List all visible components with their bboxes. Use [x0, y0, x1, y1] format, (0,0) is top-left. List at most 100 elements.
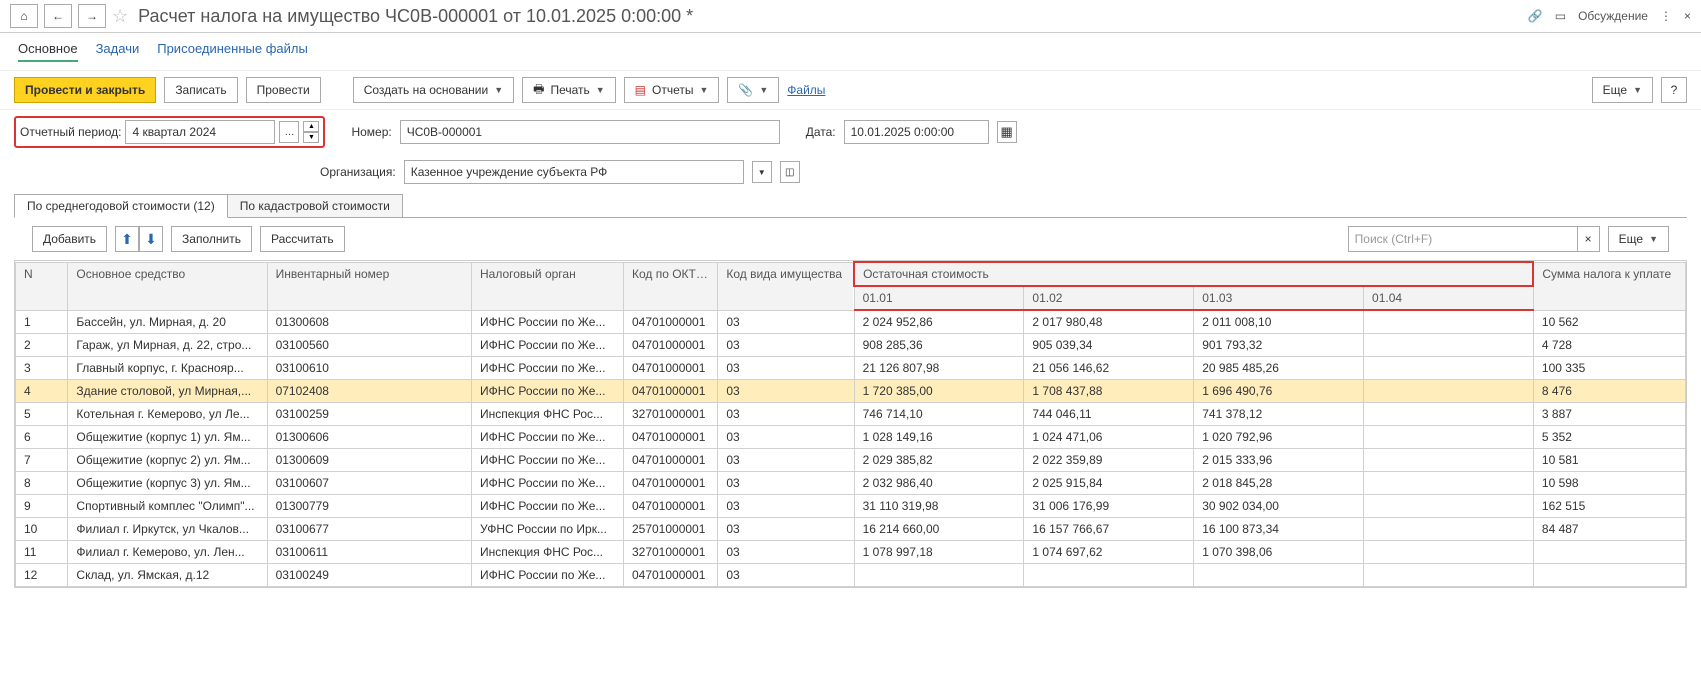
table-row[interactable]: 9Спортивный комплес "Олимп"...01300779ИФ… — [16, 495, 1686, 518]
col-kind[interactable]: Код вида имущества — [718, 262, 854, 310]
table-cell[interactable]: 03100249 — [267, 564, 471, 587]
table-cell[interactable]: 8 — [16, 472, 68, 495]
calculate-button[interactable]: Рассчитать — [260, 226, 345, 252]
table-cell[interactable]: 01300608 — [267, 310, 471, 334]
table-cell[interactable] — [1364, 380, 1534, 403]
table-cell[interactable]: 03 — [718, 449, 854, 472]
table-cell[interactable]: 07102408 — [267, 380, 471, 403]
table-cell[interactable]: 25701000001 — [623, 518, 717, 541]
table-cell[interactable]: 03100560 — [267, 334, 471, 357]
table-cell[interactable]: 162 515 — [1533, 495, 1685, 518]
table-cell[interactable]: 03100259 — [267, 403, 471, 426]
col-asset[interactable]: Основное средство — [68, 262, 267, 310]
table-cell[interactable]: ИФНС России по Же... — [471, 357, 623, 380]
table-cell[interactable]: Филиал г. Кемерово, ул. Лен... — [68, 541, 267, 564]
reports-button[interactable]: ▤Отчеты▼ — [624, 77, 720, 103]
stepper-down[interactable]: ▼ — [303, 132, 319, 143]
table-cell[interactable]: 32701000001 — [623, 403, 717, 426]
table-cell[interactable]: 21 126 807,98 — [854, 357, 1024, 380]
date-input[interactable]: 10.01.2025 0:00:00 — [844, 120, 989, 144]
col-d02[interactable]: 01.02 — [1024, 286, 1194, 310]
table-cell[interactable]: УФНС России по Ирк... — [471, 518, 623, 541]
table-cell[interactable] — [1364, 357, 1534, 380]
table-cell[interactable]: 04701000001 — [623, 472, 717, 495]
sub-more-button[interactable]: Еще▼ — [1608, 226, 1669, 252]
table-cell[interactable]: 4 728 — [1533, 334, 1685, 357]
col-d04[interactable]: 01.04 — [1364, 286, 1534, 310]
org-dropdown-button[interactable]: ▼ — [752, 161, 772, 183]
table-cell[interactable]: 1 020 792,96 — [1194, 426, 1364, 449]
table-cell[interactable]: 03 — [718, 357, 854, 380]
link-icon[interactable]: 🔗 — [1528, 9, 1543, 23]
move-up-button[interactable]: ⬆ — [115, 226, 139, 252]
table-cell[interactable]: Инспекция ФНС Рос... — [471, 403, 623, 426]
table-row[interactable]: 12Склад, ул. Ямская, д.1203100249ИФНС Ро… — [16, 564, 1686, 587]
write-button[interactable]: Записать — [164, 77, 237, 103]
table-cell[interactable]: 10 581 — [1533, 449, 1685, 472]
table-cell[interactable]: 04701000001 — [623, 310, 717, 334]
move-down-button[interactable]: ⬇ — [139, 226, 163, 252]
table-cell[interactable]: 1 — [16, 310, 68, 334]
table-row[interactable]: 5Котельная г. Кемерово, ул Ле...03100259… — [16, 403, 1686, 426]
table-cell[interactable]: 901 793,32 — [1194, 334, 1364, 357]
table-cell[interactable] — [1364, 564, 1534, 587]
table-cell[interactable]: 16 214 660,00 — [854, 518, 1024, 541]
table-cell[interactable] — [1533, 564, 1685, 587]
table-cell[interactable]: 2 025 915,84 — [1024, 472, 1194, 495]
table-cell[interactable]: 03 — [718, 541, 854, 564]
table-cell[interactable]: 1 028 149,16 — [854, 426, 1024, 449]
table-cell[interactable]: Инспекция ФНС Рос... — [471, 541, 623, 564]
table-cell[interactable]: ИФНС России по Же... — [471, 334, 623, 357]
table-cell[interactable]: 908 285,36 — [854, 334, 1024, 357]
table-cell[interactable]: 30 902 034,00 — [1194, 495, 1364, 518]
post-button[interactable]: Провести — [246, 77, 321, 103]
table-cell[interactable]: 03100611 — [267, 541, 471, 564]
table-cell[interactable]: 905 039,34 — [1024, 334, 1194, 357]
table-cell[interactable]: ИФНС России по Же... — [471, 564, 623, 587]
table-cell[interactable]: 01300779 — [267, 495, 471, 518]
col-d03[interactable]: 01.03 — [1194, 286, 1364, 310]
table-cell[interactable]: Филиал г. Иркутск, ул Чкалов... — [68, 518, 267, 541]
table-cell[interactable]: 03100607 — [267, 472, 471, 495]
star-icon[interactable]: ☆ — [112, 6, 128, 27]
col-n[interactable]: N — [16, 262, 68, 310]
table-row[interactable]: 3Главный корпус, г. Краснояр...03100610И… — [16, 357, 1686, 380]
table-cell[interactable]: ИФНС России по Же... — [471, 472, 623, 495]
table-cell[interactable] — [1364, 541, 1534, 564]
table-cell[interactable] — [1364, 426, 1534, 449]
table-cell[interactable]: 1 070 398,06 — [1194, 541, 1364, 564]
table-cell[interactable]: 12 — [16, 564, 68, 587]
table-cell[interactable]: 100 335 — [1533, 357, 1685, 380]
table-cell[interactable]: 31 006 176,99 — [1024, 495, 1194, 518]
tab-tasks[interactable]: Задачи — [96, 41, 140, 62]
table-cell[interactable]: 03 — [718, 518, 854, 541]
table-cell[interactable] — [1364, 495, 1534, 518]
search-input[interactable]: Поиск (Ctrl+F) — [1348, 226, 1578, 252]
table-cell[interactable]: 3 887 — [1533, 403, 1685, 426]
data-grid[interactable]: N Основное средство Инвентарный номер На… — [15, 261, 1686, 587]
table-cell[interactable]: 31 110 319,98 — [854, 495, 1024, 518]
table-cell[interactable] — [1364, 472, 1534, 495]
table-cell[interactable]: 744 046,11 — [1024, 403, 1194, 426]
table-row[interactable]: 10Филиал г. Иркутск, ул Чкалов...0310067… — [16, 518, 1686, 541]
fill-button[interactable]: Заполнить — [171, 226, 252, 252]
table-cell[interactable]: 04701000001 — [623, 449, 717, 472]
kebab-icon[interactable]: ⋮ — [1660, 9, 1672, 23]
org-open-button[interactable]: ◫ — [780, 161, 800, 183]
table-cell[interactable]: 03100610 — [267, 357, 471, 380]
table-cell[interactable]: 2 024 952,86 — [854, 310, 1024, 334]
number-input[interactable]: ЧС0В-000001 — [400, 120, 780, 144]
table-row[interactable]: 2Гараж, ул Мирная, д. 22, стро...0310056… — [16, 334, 1686, 357]
table-cell[interactable]: 03 — [718, 426, 854, 449]
table-cell[interactable]: 2 018 845,28 — [1194, 472, 1364, 495]
table-cell[interactable]: 03 — [718, 334, 854, 357]
table-cell[interactable] — [1364, 518, 1534, 541]
discussion-icon[interactable]: ▭ — [1555, 9, 1566, 23]
period-select-button[interactable]: … — [279, 121, 299, 143]
col-oktmo[interactable]: Код по ОКТМО — [623, 262, 717, 310]
table-row[interactable]: 7Общежитие (корпус 2) ул. Ям...01300609И… — [16, 449, 1686, 472]
table-cell[interactable]: 1 696 490,76 — [1194, 380, 1364, 403]
col-inv[interactable]: Инвентарный номер — [267, 262, 471, 310]
table-row[interactable]: 8Общежитие (корпус 3) ул. Ям...03100607И… — [16, 472, 1686, 495]
table-cell[interactable]: 1 074 697,62 — [1024, 541, 1194, 564]
